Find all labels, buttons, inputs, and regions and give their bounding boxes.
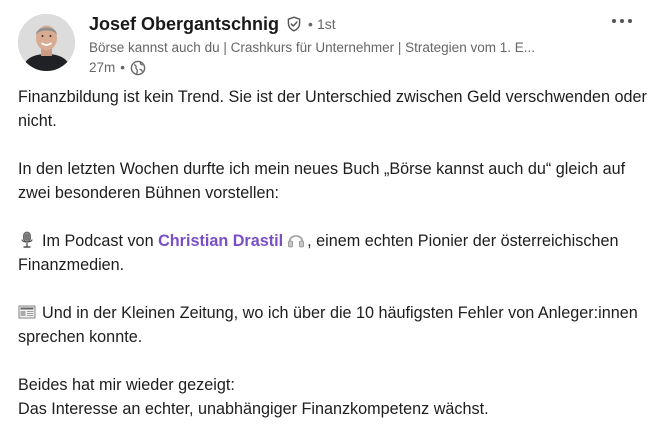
newspaper-emoji <box>18 303 36 321</box>
closing-line-1: Beides hat mir wieder gezeigt: <box>18 376 235 394</box>
separator-dot: • <box>308 16 313 32</box>
post-meta: 27m • <box>89 59 609 77</box>
author-name[interactable]: Josef Obergantschnig <box>89 14 279 35</box>
post-paragraph: In den letzten Wochen durfte ich mein ne… <box>18 160 626 202</box>
author-avatar[interactable] <box>18 14 75 71</box>
mention-link[interactable]: Christian Drastil <box>158 232 283 250</box>
post-paragraph: Finanzbildung ist kein Trend. Sie ist de… <box>18 88 647 130</box>
closing-line-2: Das Interesse an echter, unabhängiger Fi… <box>18 400 489 418</box>
separator-dot: • <box>120 60 125 75</box>
newspaper-text: Und in der Kleinen Zeitung, wo ich über … <box>18 304 638 346</box>
post-paragraph: Im Podcast von Christian Drastil , einem… <box>18 229 648 277</box>
verified-shield-icon <box>286 16 302 32</box>
microphone-emoji <box>18 231 36 249</box>
post-time: 27m <box>89 60 116 75</box>
globe-icon <box>130 60 146 76</box>
more-dots-icon <box>612 19 632 23</box>
author-headline: Börse kannst auch du | Crashkurs für Unt… <box>89 40 535 55</box>
avatar-photo <box>18 14 75 71</box>
author-name-row: Josef Obergantschnig • 1st <box>89 12 609 36</box>
feed-post: Josef Obergantschnig • 1st Börse kannst … <box>0 0 660 440</box>
more-options-button[interactable] <box>608 10 636 32</box>
post-paragraph: Und in der Kleinen Zeitung, wo ich über … <box>18 301 648 349</box>
author-info: Josef Obergantschnig • 1st Börse kannst … <box>89 12 609 77</box>
connection-degree: 1st <box>316 16 336 32</box>
podcast-text-before: Im Podcast von <box>42 232 159 250</box>
post-paragraph: Beides hat mir wieder gezeigt: Das Inter… <box>18 373 648 421</box>
post-text: Finanzbildung ist kein Trend. Sie ist de… <box>18 85 648 421</box>
headphones-emoji <box>287 231 305 249</box>
